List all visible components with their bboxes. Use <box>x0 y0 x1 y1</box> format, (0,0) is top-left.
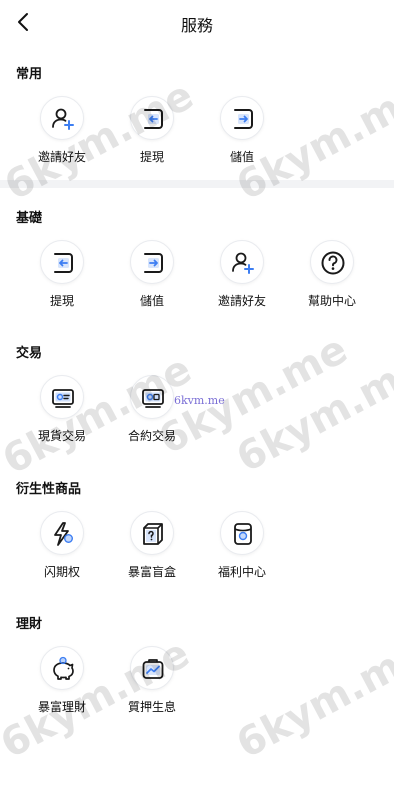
service-item-invite-friends[interactable]: 邀請好友 <box>199 240 285 314</box>
blind-box-icon <box>143 523 163 545</box>
spot-trade-icon <box>52 389 74 408</box>
staking-icon <box>142 659 164 679</box>
section-title-finance: 理財 <box>16 617 43 632</box>
header: 服務 <box>0 0 394 46</box>
service-item-staking[interactable]: 質押生息 <box>109 646 195 720</box>
withdraw-icon <box>144 109 163 129</box>
help-icon <box>321 251 345 275</box>
section-divider <box>0 180 394 188</box>
page-title: 服務 <box>180 16 213 35</box>
service-label: 質押生息 <box>127 700 176 714</box>
service-label: 儲值 <box>139 294 164 308</box>
service-label: 合約交易 <box>127 429 176 443</box>
service-item-withdraw[interactable]: 提現 <box>19 240 105 314</box>
section-title-derivatives: 衍生性商品 <box>16 482 82 497</box>
flash-option-icon <box>54 522 73 546</box>
service-item-deposit[interactable]: 儲值 <box>109 240 195 314</box>
service-label: 儲值 <box>229 150 254 164</box>
service-label: 闪期权 <box>43 565 80 579</box>
service-item-deposit[interactable]: 儲值 <box>199 96 285 170</box>
section-title-basic: 基礎 <box>16 211 43 226</box>
service-label: 暴富盲盒 <box>127 565 176 579</box>
add-user-icon <box>52 108 74 130</box>
service-label: 提現 <box>139 150 164 164</box>
service-item-invite-friends[interactable]: 邀請好友 <box>19 96 105 170</box>
service-item-flash-option[interactable]: 闪期权 <box>19 511 105 585</box>
service-label: 提現 <box>49 294 74 308</box>
service-label: 現貨交易 <box>37 429 86 443</box>
service-label: 福利中心 <box>217 565 266 579</box>
deposit-icon <box>234 109 253 129</box>
section-title-trade: 交易 <box>16 346 43 361</box>
contract-trade-icon <box>142 389 164 408</box>
welfare-icon <box>234 523 252 545</box>
service-item-welfare-center[interactable]: 福利中心 <box>199 511 285 585</box>
service-label: 幫助中心 <box>307 294 356 308</box>
section-title-common: 常用 <box>16 67 43 82</box>
service-item-withdraw[interactable]: 提現 <box>109 96 195 170</box>
withdraw-icon <box>54 253 73 273</box>
service-item-contract-trade[interactable]: 合約交易 <box>109 375 195 449</box>
watermark: 6kym.me <box>229 630 394 768</box>
service-item-spot-trade[interactable]: 現貨交易 <box>19 375 105 449</box>
add-user-icon <box>232 252 254 274</box>
service-label: 暴富理財 <box>37 700 86 714</box>
piggy-bank-icon <box>53 656 74 680</box>
deposit-icon <box>144 253 163 273</box>
watermark-small: 6kvm.me <box>174 394 225 407</box>
service-label: 邀請好友 <box>37 150 86 164</box>
watermark: 6kym.me <box>229 344 394 482</box>
service-item-wealth-finance[interactable]: 暴富理財 <box>19 646 105 720</box>
service-label: 邀請好友 <box>217 294 266 308</box>
service-item-blind-box[interactable]: 暴富盲盒 <box>109 511 195 585</box>
service-item-help-center[interactable]: 幫助中心 <box>289 240 375 314</box>
